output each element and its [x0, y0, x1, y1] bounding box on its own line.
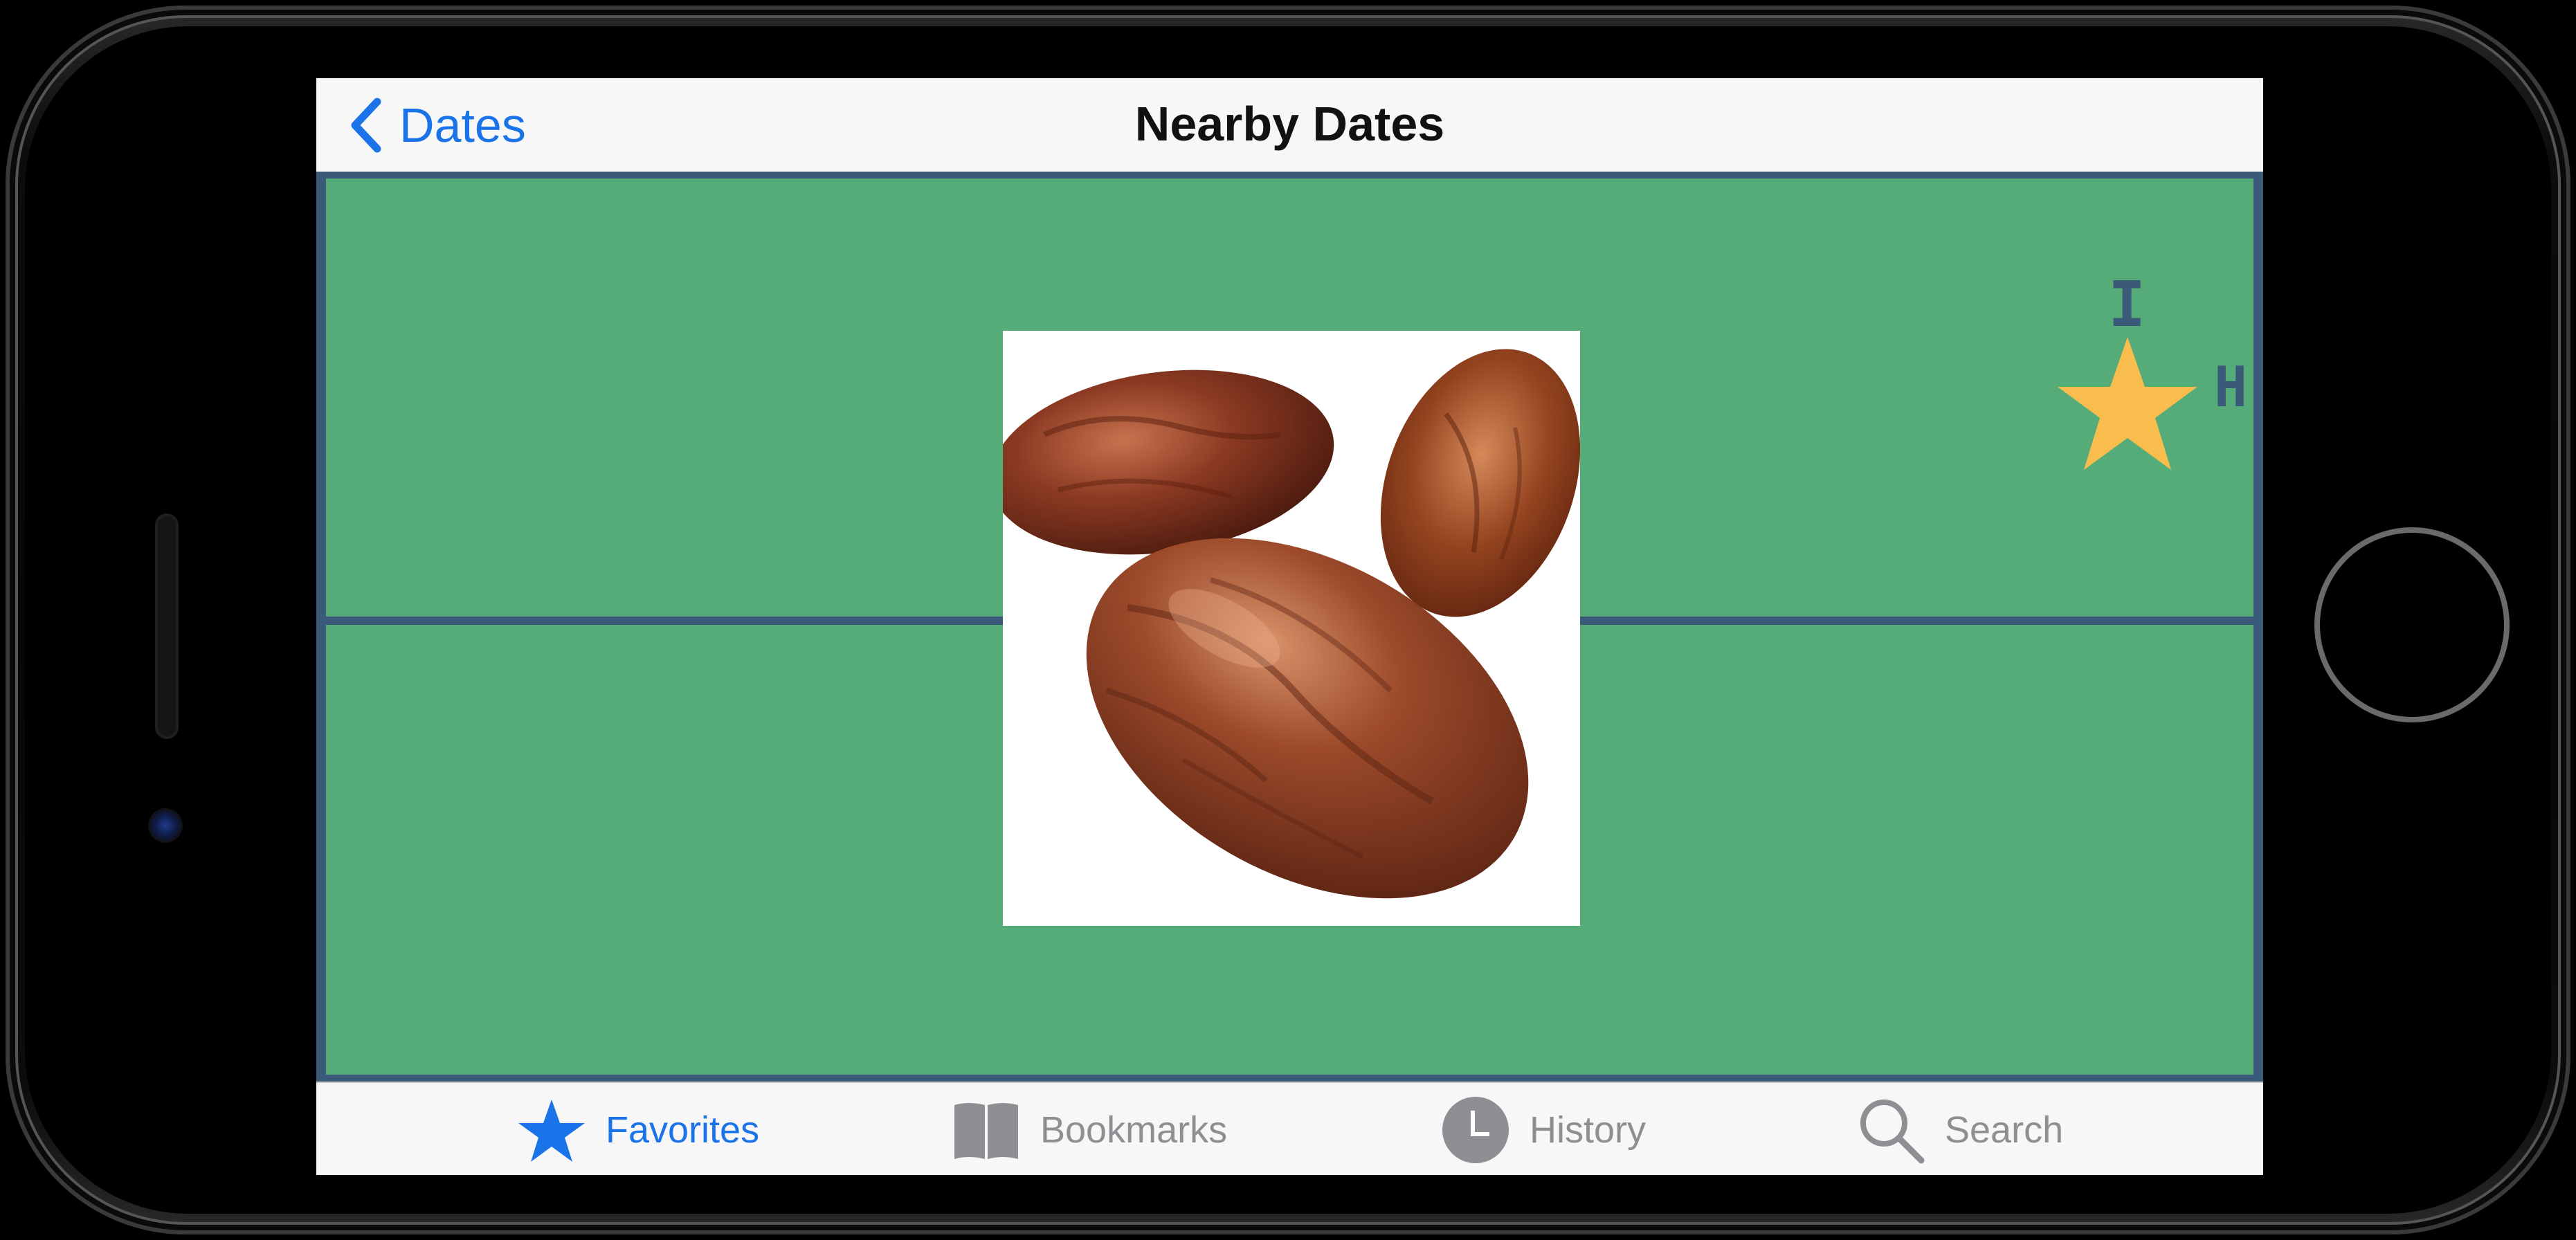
- page-title: Nearby Dates: [1134, 97, 1445, 151]
- map-view[interactable]: I H: [316, 172, 2263, 1159]
- search-icon: [1860, 1099, 1925, 1163]
- map-marker-label-right: H: [2214, 355, 2248, 419]
- map-marker-label-top: I: [2108, 268, 2146, 341]
- star-icon[interactable]: [2055, 334, 2200, 473]
- tab-bookmarks[interactable]: Bookmarks: [952, 1083, 1227, 1175]
- navigation-bar: Dates Nearby Dates: [316, 78, 2263, 172]
- map-area[interactable]: I H: [326, 179, 2253, 1075]
- tab-favorites[interactable]: Favorites: [517, 1083, 759, 1175]
- tab-bookmarks-label: Bookmarks: [1040, 1109, 1228, 1151]
- tab-favorites-label: Favorites: [606, 1109, 760, 1151]
- book-icon: [954, 1102, 1018, 1159]
- app-screen: Dates Nearby Dates I H Favorites Bookmar…: [316, 78, 2263, 1175]
- dates-photo: [1003, 331, 1580, 926]
- tab-search-label: Search: [1945, 1109, 2064, 1151]
- clock-icon: [1442, 1096, 1509, 1163]
- star-icon: [518, 1099, 585, 1162]
- front-camera: [148, 808, 183, 843]
- tab-history-label: History: [1530, 1109, 1647, 1151]
- tab-history[interactable]: History: [1441, 1083, 1646, 1175]
- home-button[interactable]: [2314, 527, 2510, 722]
- tab-search[interactable]: Search: [1856, 1083, 2063, 1175]
- tab-bar: Favorites Bookmarks History Search: [316, 1082, 2263, 1175]
- earpiece-speaker: [158, 516, 176, 736]
